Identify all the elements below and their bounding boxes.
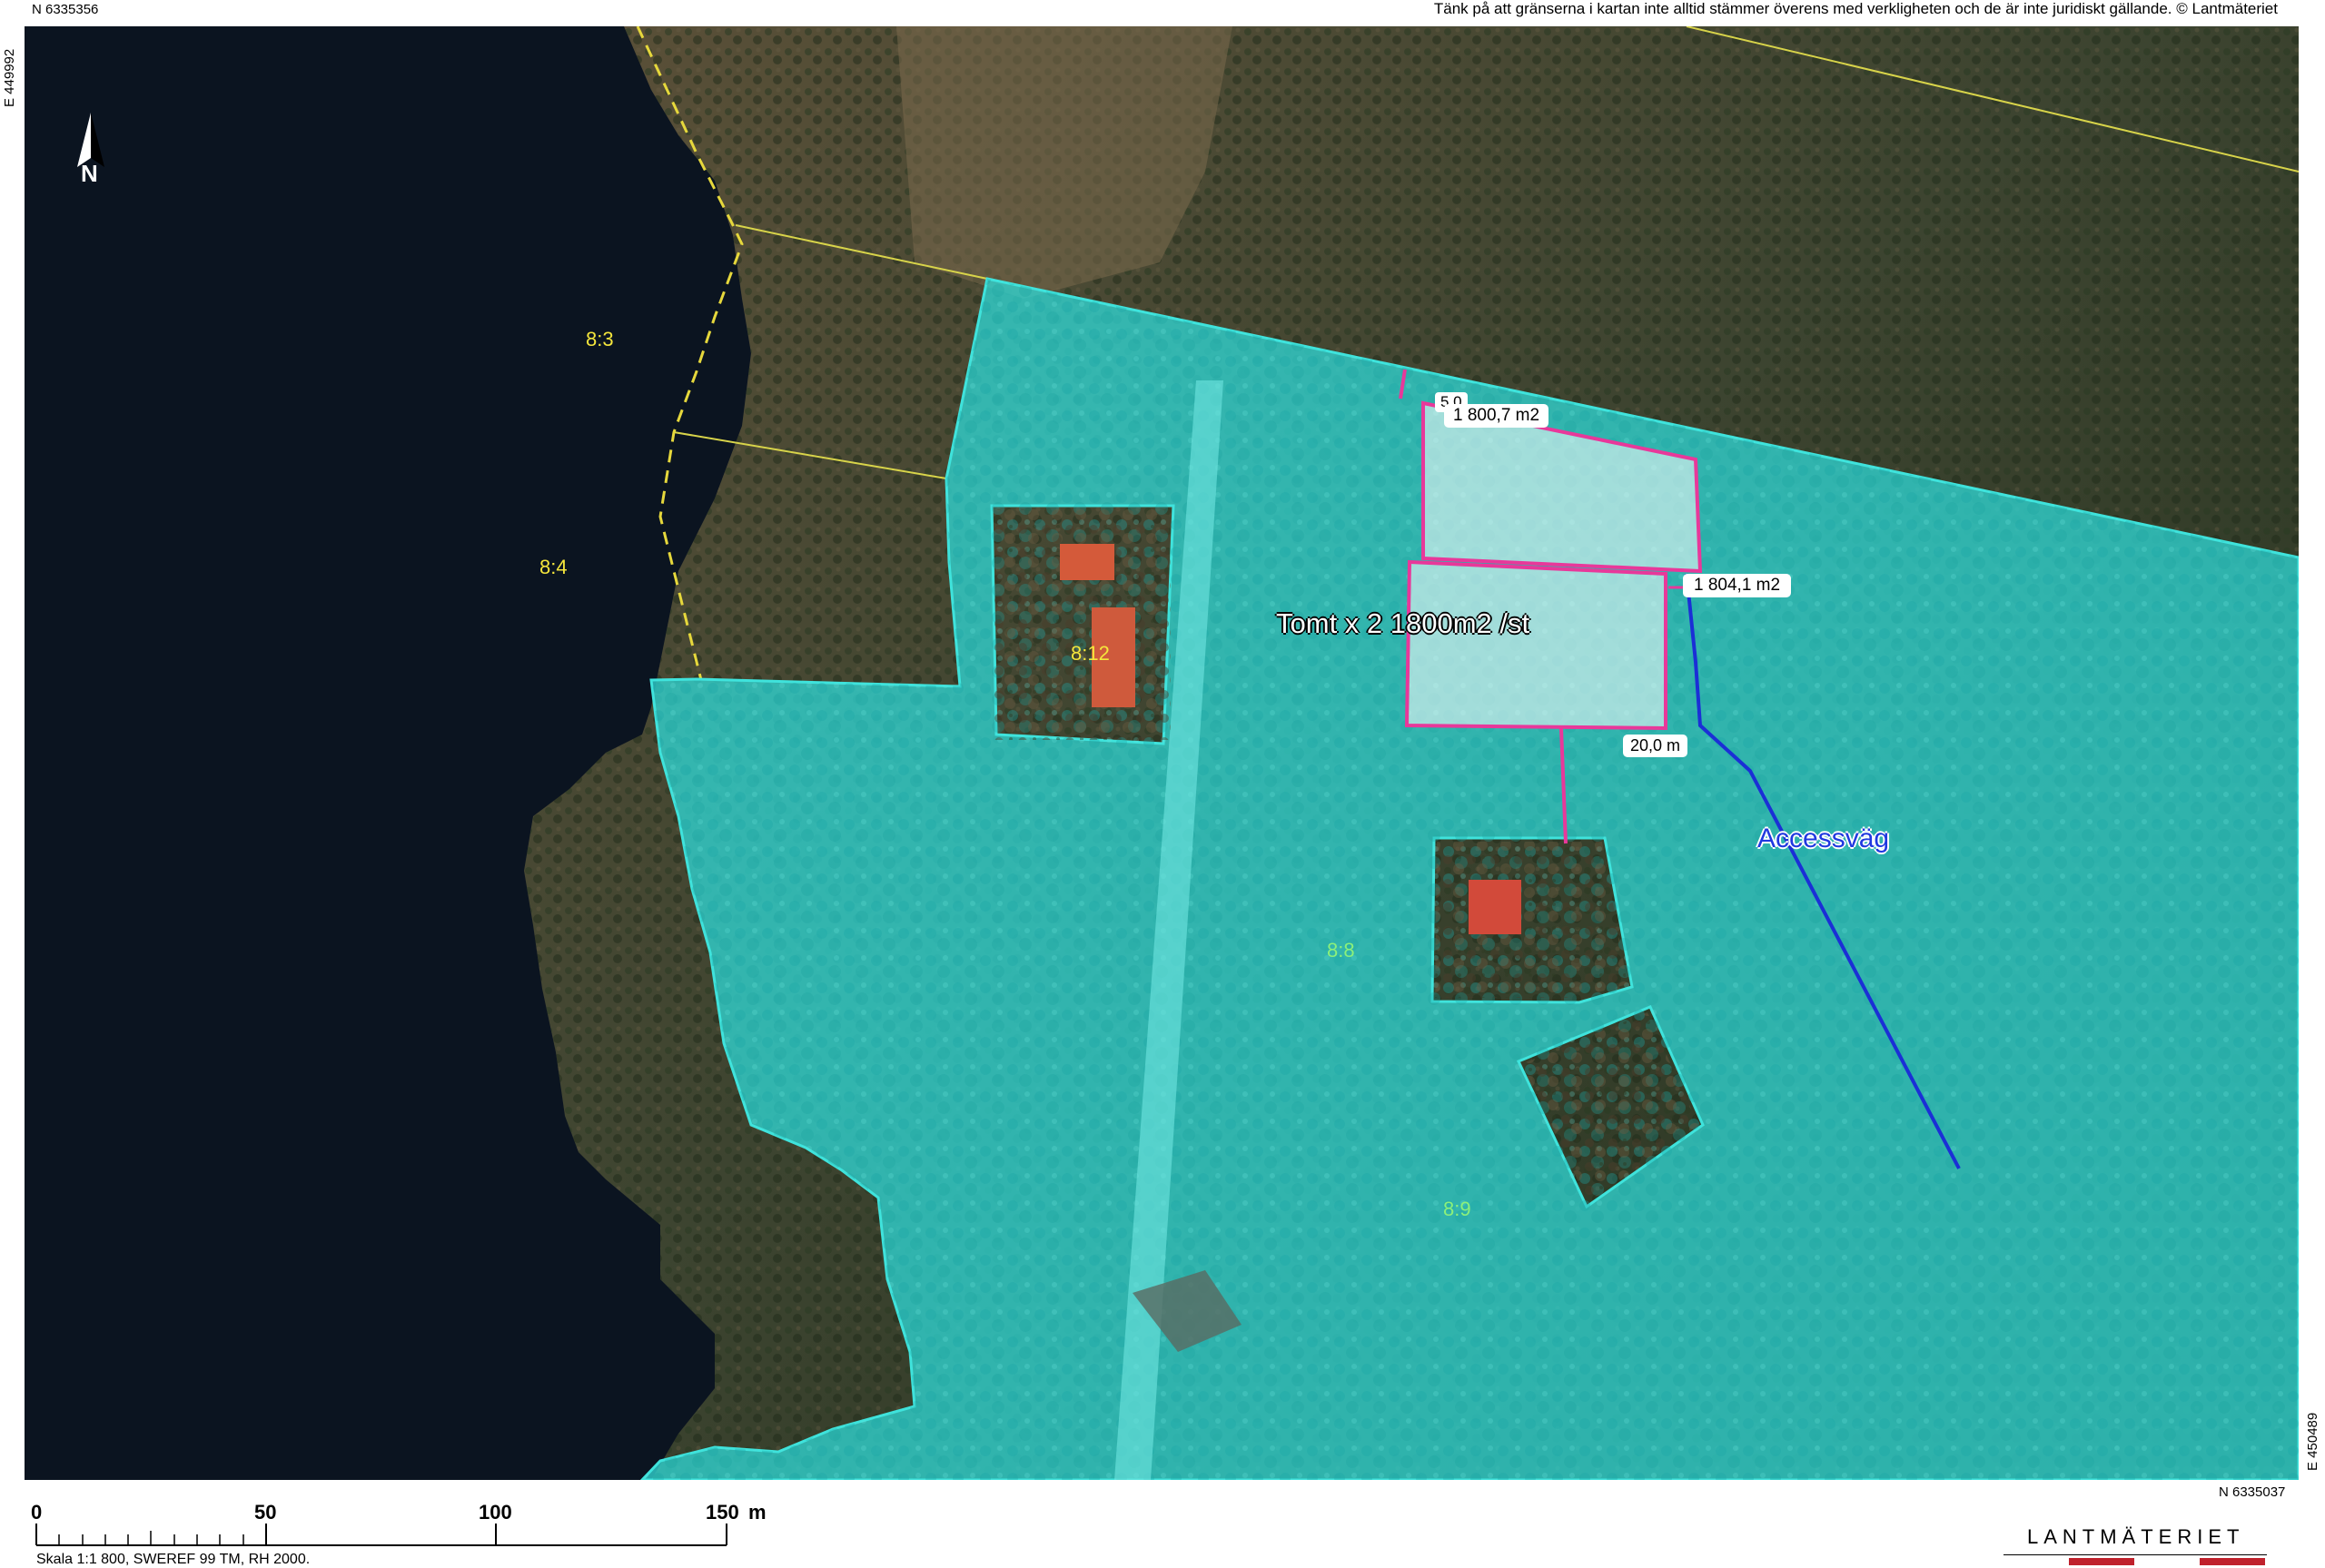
scale-unit: m <box>748 1501 767 1524</box>
parcel-label-8-4: 8:4 <box>539 556 568 578</box>
house-roof-3 <box>1469 880 1521 934</box>
logo-bar-outline <box>2003 1554 2267 1555</box>
parcel-label-8-3: 8:3 <box>586 328 614 350</box>
scale-label-150: 150 <box>706 1501 739 1524</box>
scale-bar <box>35 1524 727 1546</box>
north-label: N <box>81 160 98 187</box>
house-plot-88 <box>1435 842 1628 998</box>
house-roof-1 <box>1060 544 1114 580</box>
logo-bar-red-1 <box>2069 1558 2134 1565</box>
map-view[interactable]: N 8:3 8:4 8:12 8:8 8:9 Tomt x 2 1800m2 /… <box>25 26 2299 1480</box>
east-coordinate-left: E 449992 <box>2 48 17 107</box>
scale-label-0: 0 <box>31 1501 43 1524</box>
disclaimer-text: Tänk på att gränserna i kartan inte allt… <box>1433 0 2278 17</box>
map-canvas <box>25 26 2299 1480</box>
parcel-label-8-12: 8:12 <box>1071 642 1110 665</box>
north-coordinate-top: N 6335356 <box>32 2 99 17</box>
north-coordinate-bottom: N 6335037 <box>2219 1484 2286 1500</box>
access-road-label: Accessväg <box>1757 823 1890 853</box>
lantmateriet-logo: LANTMÄTERIET <box>2027 1525 2245 1548</box>
east-coordinate-right: E 450489 <box>2305 1412 2320 1471</box>
plot-a-area-label: 1 800,7 m2 <box>1444 404 1549 428</box>
plots-title: Tomt x 2 1800m2 /st <box>1276 607 1530 639</box>
distance-label: 20,0 m <box>1623 735 1688 757</box>
scale-note: Skala 1:1 800, SWEREF 99 TM, RH 2000. <box>36 1552 311 1567</box>
parcel-label-8-9: 8:9 <box>1443 1198 1471 1220</box>
scale-label-100: 100 <box>479 1501 512 1524</box>
north-arrow-icon: N <box>68 113 114 187</box>
logo-bar-red-2 <box>2200 1558 2265 1565</box>
plot-b-area-label: 1 804,1 m2 <box>1683 574 1792 597</box>
scale-label-50: 50 <box>254 1501 277 1524</box>
plot-b[interactable] <box>1404 559 1667 731</box>
parcel-label-8-8: 8:8 <box>1327 939 1355 962</box>
